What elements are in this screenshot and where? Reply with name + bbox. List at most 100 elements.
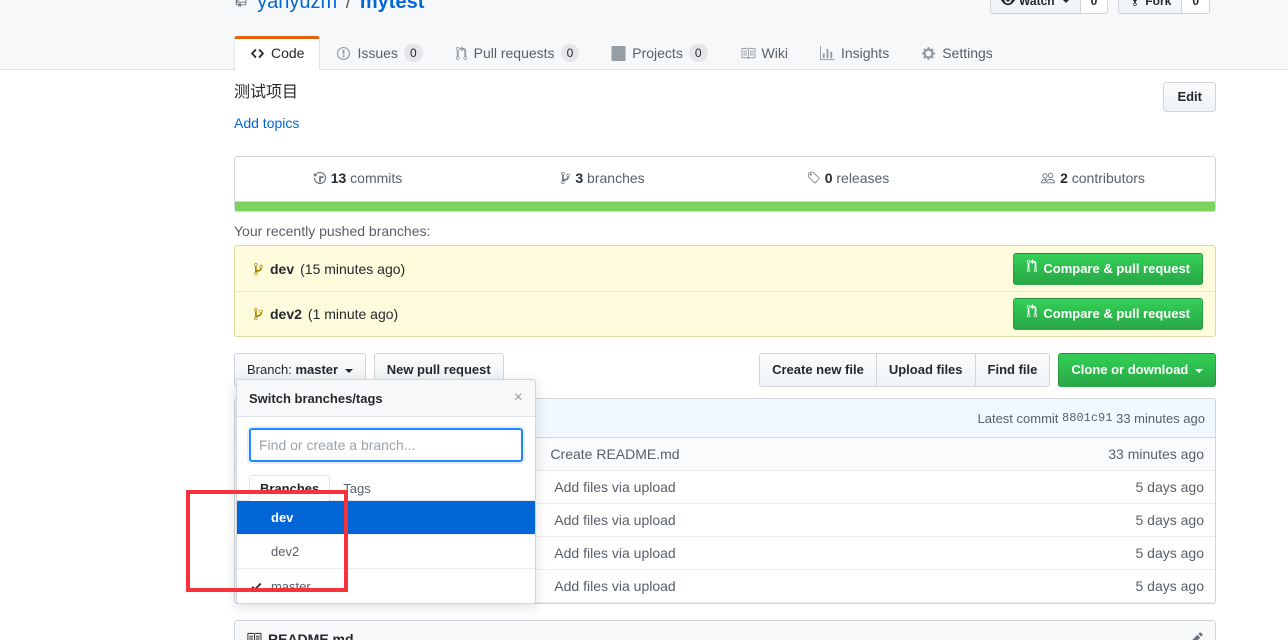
eye-icon — [1001, 0, 1015, 10]
tab-pull-requests[interactable]: Pull requests 0 — [439, 36, 596, 70]
book-icon — [246, 631, 262, 640]
edit-description-button[interactable]: Edit — [1163, 82, 1216, 112]
summary-releases[interactable]: 0 releases — [725, 157, 970, 201]
summary-releases-label: releases — [836, 170, 890, 186]
branch-select-menu: Switch branches/tags × Branches Tags dev… — [236, 379, 536, 604]
git-branch-icon — [253, 262, 264, 276]
summary-branches-label: branches — [587, 170, 645, 186]
chevron-down-icon — [1195, 368, 1203, 373]
compare-pull-request-button[interactable]: Compare & pull request — [1013, 252, 1203, 285]
repo-description-row: 测试项目 Add topics Edit — [234, 82, 1216, 131]
repo-nav-tabs: Code Issues 0 Pull requests 0 Projects 0… — [234, 36, 1009, 70]
fork-count[interactable]: 0 — [1182, 0, 1210, 14]
branch-list: dev dev2 master — [237, 501, 535, 603]
tab-projects[interactable]: Projects 0 — [595, 36, 723, 70]
repo-description: 测试项目 — [234, 84, 299, 101]
tab-code[interactable]: Code — [234, 36, 321, 70]
repo-separator: / — [345, 0, 352, 13]
code-icon — [250, 46, 265, 61]
add-topics-link[interactable]: Add topics — [234, 115, 299, 131]
summary-contributors-label: contributors — [1071, 170, 1145, 186]
branch-item-label: master — [271, 578, 311, 594]
latest-commit-sha[interactable]: 8801c91 — [1062, 411, 1112, 425]
check-icon — [249, 580, 263, 593]
fork-button[interactable]: Fork — [1118, 0, 1183, 14]
repo-description-block: 测试项目 Add topics — [234, 82, 299, 131]
fork-button-group: Fork 0 — [1118, 0, 1210, 14]
book-icon — [740, 46, 756, 61]
clone-or-download-button[interactable]: Clone or download — [1058, 353, 1216, 387]
repo-forked-icon — [1129, 0, 1141, 10]
github-repo-page: yanyuzm / mytest Watch 0 Fork 0 Code Iss… — [0, 0, 1288, 640]
watch-button[interactable]: Watch — [990, 0, 1081, 14]
branch-item-label: dev — [271, 510, 294, 525]
readme-header: README.md — [235, 621, 1215, 640]
tab-settings-label: Settings — [942, 45, 993, 61]
summary-contributors-count: 2 — [1060, 170, 1068, 186]
tab-issues-label: Issues — [357, 45, 398, 61]
repo-header: yanyuzm / mytest Watch 0 Fork 0 Code Iss… — [0, 0, 1288, 70]
chevron-down-icon — [344, 368, 353, 373]
tab-projects-label: Projects — [632, 45, 683, 61]
chevron-down-icon — [1061, 0, 1070, 3]
pushed-branch-row: dev2 (1 minute ago) Compare & pull reque… — [235, 291, 1215, 336]
language-bar — [234, 202, 1216, 212]
find-file-button[interactable]: Find file — [975, 353, 1051, 387]
readme-box: README.md — [234, 620, 1216, 640]
clone-or-download-label: Clone or download — [1071, 362, 1189, 377]
recently-pushed-branches: dev (15 minutes ago) Compare & pull requ… — [234, 245, 1216, 337]
summary-commits-count: 13 — [330, 170, 347, 186]
tab-pull-requests-label: Pull requests — [473, 45, 555, 61]
branch-menu-tabs: Branches Tags — [237, 462, 535, 501]
git-branch-icon — [253, 307, 264, 321]
file-nav-right: Create new file Upload files Find file C… — [759, 353, 1216, 387]
tab-wiki[interactable]: Wiki — [724, 36, 804, 70]
commit-age: 5 days ago — [1135, 479, 1205, 495]
summary-contributors[interactable]: 2 contributors — [970, 157, 1215, 201]
summary-branches[interactable]: 3 branches — [480, 157, 725, 201]
issue-opened-icon — [336, 46, 351, 61]
tab-pull-requests-counter: 0 — [560, 44, 580, 62]
pushed-branch-name[interactable]: dev2 — [270, 306, 302, 322]
pushed-branch-time: (1 minute ago) — [307, 306, 399, 322]
pushed-branch-time: (15 minutes ago) — [300, 260, 406, 277]
branch-list-item-dev[interactable]: dev — [237, 501, 535, 535]
numbers-summary: 13 commits 3 branches 0 releases 2 contr… — [235, 157, 1215, 201]
watch-count[interactable]: 0 — [1080, 0, 1109, 14]
pushed-branch-name[interactable]: dev — [270, 261, 294, 277]
latest-commit-prefix: Latest commit — [977, 410, 1059, 426]
tab-settings[interactable]: Settings — [905, 36, 1009, 70]
tab-insights[interactable]: Insights — [804, 36, 905, 70]
git-pull-request-icon — [1026, 304, 1038, 324]
branch-list-item-master[interactable]: master — [237, 569, 535, 603]
repo-owner-link[interactable]: yanyuzm — [257, 0, 337, 13]
compare-pull-request-label: Compare & pull request — [1043, 260, 1190, 276]
git-pull-request-icon — [1026, 258, 1038, 279]
repo-name-link[interactable]: mytest — [360, 0, 424, 13]
summary-commits[interactable]: 13 commits — [235, 157, 480, 201]
compare-pull-request-button[interactable]: Compare & pull request — [1013, 298, 1203, 330]
graph-icon — [819, 45, 835, 61]
branch-filter-input[interactable] — [249, 428, 523, 462]
close-icon[interactable]: × — [514, 390, 523, 406]
tab-issues[interactable]: Issues 0 — [320, 36, 438, 70]
latest-commit-time: 33 minutes ago — [1116, 410, 1205, 426]
create-new-file-button[interactable]: Create new file — [759, 353, 877, 387]
repo-breadcrumb: yanyuzm / mytest — [234, 0, 424, 15]
commit-age: 33 minutes ago — [1108, 446, 1204, 462]
branch-prefix-label: Branch: — [247, 362, 292, 377]
tab-issues-counter: 0 — [403, 44, 423, 62]
watch-label: Watch — [1019, 0, 1055, 8]
tab-branches[interactable]: Branches — [249, 475, 331, 501]
pencil-icon[interactable] — [1189, 631, 1204, 640]
repo-icon — [234, 0, 252, 11]
branch-list-item-dev2[interactable]: dev2 — [237, 535, 535, 569]
branch-menu-header: Switch branches/tags × — [237, 380, 535, 417]
summary-commits-label: commits — [350, 170, 403, 186]
pushed-branch-info: dev2 (1 minute ago) — [253, 306, 398, 322]
readme-title-group: README.md — [246, 631, 354, 640]
tab-tags[interactable]: Tags — [332, 475, 381, 501]
upload-files-button[interactable]: Upload files — [876, 353, 976, 387]
compare-pull-request-label: Compare & pull request — [1043, 306, 1190, 321]
tab-insights-label: Insights — [840, 45, 890, 61]
